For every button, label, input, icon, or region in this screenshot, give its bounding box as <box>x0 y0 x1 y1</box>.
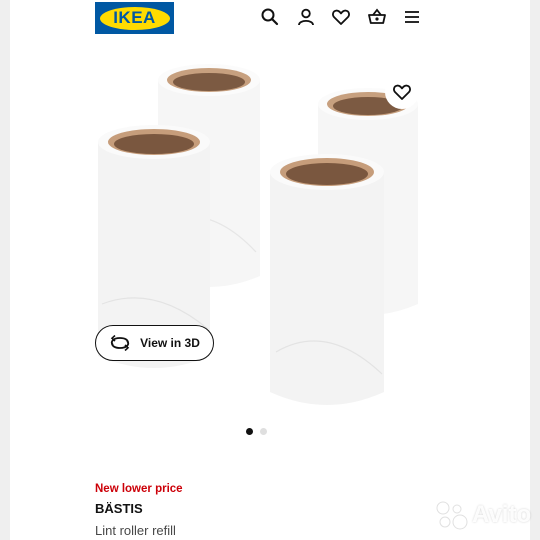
image-pagination <box>246 428 267 435</box>
heart-icon <box>393 84 411 100</box>
search-icon[interactable] <box>260 7 280 27</box>
basket-icon[interactable] <box>367 7 387 27</box>
price-badge: New lower price <box>95 483 183 495</box>
right-gutter <box>530 0 540 540</box>
product-image[interactable] <box>10 40 530 450</box>
view-in-3d-label: View in 3D <box>140 336 200 350</box>
rotate-3d-icon <box>110 335 130 351</box>
avito-watermark: Avito <box>435 500 531 530</box>
product-name: BÄSTIS <box>95 501 143 516</box>
watermark-text: Avito <box>472 501 532 528</box>
favourites-icon[interactable] <box>331 7 351 27</box>
lint-roll-image <box>268 152 386 414</box>
logo-text: IKEA <box>99 6 170 30</box>
account-icon[interactable] <box>296 7 316 27</box>
product-description: Lint roller refill <box>95 523 176 538</box>
avito-logo-icon <box>436 501 468 530</box>
left-gutter <box>0 0 10 540</box>
view-in-3d-button[interactable]: View in 3D <box>95 325 214 361</box>
header: IKEA <box>0 0 540 40</box>
pagination-dot-1[interactable] <box>246 428 253 435</box>
add-to-favourites-button[interactable] <box>385 75 419 109</box>
pagination-dot-2[interactable] <box>260 428 267 435</box>
ikea-logo[interactable]: IKEA <box>95 2 174 34</box>
menu-icon[interactable] <box>402 7 422 27</box>
